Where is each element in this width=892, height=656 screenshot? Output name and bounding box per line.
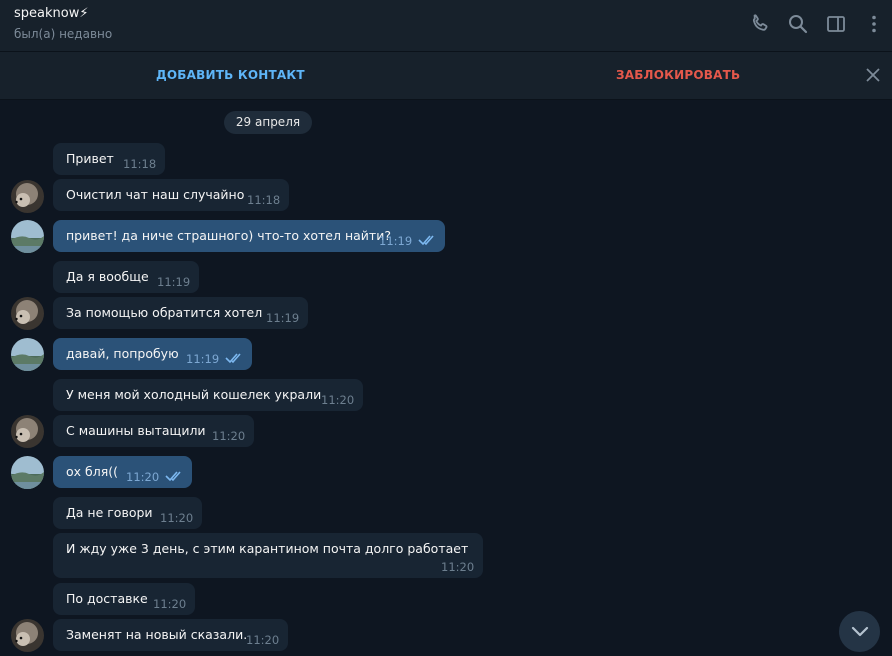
chat-status: был(а) недавно [14, 27, 113, 41]
message-time: 11:19 [379, 234, 413, 248]
message-bubble[interactable]: С машины вытащили 11:20 [53, 415, 254, 447]
message-time: 11:20 [246, 633, 280, 647]
message-time: 11:20 [321, 393, 355, 407]
message-bubble-outgoing[interactable]: привет! да ниче страшного) что-то хотел … [53, 220, 445, 252]
message-text: Заменят на новый сказали. [66, 627, 248, 642]
scroll-to-bottom-button[interactable] [839, 611, 880, 652]
message-text: Очистил чат наш случайно [66, 187, 245, 202]
message-bubble[interactable]: Очистил чат наш случайно 11:18 [53, 179, 289, 211]
date-separator: 29 апреля [224, 111, 312, 134]
message-text: Привет [66, 151, 114, 166]
avatar-hedgehog[interactable] [11, 619, 44, 652]
chat-header: speaknow⚡ был(а) недавно [0, 0, 892, 52]
more-vertical-icon[interactable] [862, 12, 886, 36]
message-time: 11:20 [160, 511, 194, 525]
message-text: Да я вообще [66, 269, 149, 284]
close-icon[interactable] [864, 66, 882, 84]
message-text: С машины вытащили [66, 423, 206, 438]
message-bubble[interactable]: За помощью обратится хотел 11:19 [53, 297, 308, 329]
message-bubble[interactable]: Привет 11:18 [53, 143, 165, 175]
message-text: По доставке [66, 591, 148, 606]
message-time: 11:20 [126, 470, 160, 484]
message-time: 11:19 [186, 352, 220, 366]
message-time: 11:19 [157, 275, 191, 289]
double-check-icon [418, 235, 434, 246]
add-contact-button[interactable]: ДОБАВИТЬ КОНТАКТ [156, 68, 305, 82]
double-check-icon [165, 471, 181, 482]
message-time: 11:18 [123, 157, 157, 171]
search-icon[interactable] [786, 12, 810, 36]
message-time: 11:19 [266, 311, 300, 325]
message-time: 11:20 [153, 597, 187, 611]
message-bubble-outgoing[interactable]: давай, попробую 11:19 [53, 338, 252, 370]
message-bubble[interactable]: У меня мой холодный кошелек украли 11:20 [53, 379, 363, 411]
block-button[interactable]: ЗАБЛОКИРОВАТЬ [616, 68, 740, 82]
avatar-self[interactable] [11, 338, 44, 371]
chat-title[interactable]: speaknow⚡ [14, 6, 88, 21]
message-bubble[interactable]: Да не говори 11:20 [53, 497, 202, 529]
message-text: За помощью обратится хотел [66, 305, 263, 320]
message-bubble[interactable]: По доставке 11:20 [53, 583, 195, 615]
avatar-hedgehog[interactable] [11, 297, 44, 330]
message-text: давай, попробую [66, 346, 179, 361]
message-text: И жду уже 3 день, с этим карантином почт… [66, 541, 469, 556]
message-time: 11:20 [212, 429, 246, 443]
message-text: ох бля(( [66, 464, 118, 479]
sidebar-toggle-icon[interactable] [824, 12, 848, 36]
message-text: У меня мой холодный кошелек украли [66, 387, 322, 402]
message-bubble[interactable]: И жду уже 3 день, с этим карантином почт… [53, 533, 483, 578]
chevron-down-icon [851, 626, 869, 637]
message-time: 11:18 [247, 193, 281, 207]
avatar-hedgehog[interactable] [11, 180, 44, 213]
message-bubble[interactable]: Заменят на новый сказали. 11:20 [53, 619, 288, 651]
message-text: привет! да ниче страшного) что-то хотел … [66, 228, 391, 243]
contact-action-bar: ДОБАВИТЬ КОНТАКТ ЗАБЛОКИРОВАТЬ [0, 52, 892, 100]
avatar-self[interactable] [11, 456, 44, 489]
message-text: Да не говори [66, 505, 153, 520]
message-time: 11:20 [441, 560, 475, 574]
phone-icon[interactable] [748, 12, 772, 36]
double-check-icon [225, 353, 241, 364]
message-bubble[interactable]: Да я вообще 11:19 [53, 261, 199, 293]
avatar-self[interactable] [11, 220, 44, 253]
message-bubble-outgoing[interactable]: ох бля(( 11:20 [53, 456, 192, 488]
avatar-hedgehog[interactable] [11, 415, 44, 448]
